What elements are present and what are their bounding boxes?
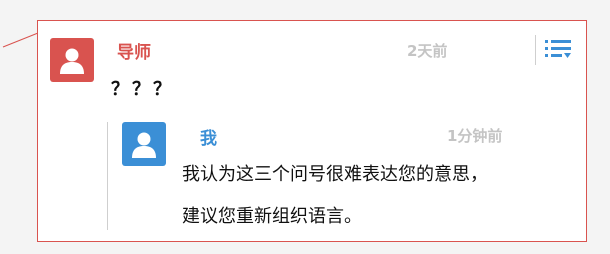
comment-menu-button[interactable] xyxy=(543,36,573,62)
reply-thread-bar xyxy=(107,122,108,230)
reply-body-line-2: 建议您重新组织语言。 xyxy=(182,206,362,227)
comment-timestamp: 2天前 xyxy=(407,42,448,60)
comment-author[interactable]: 导师 xyxy=(117,38,151,63)
reply-body-line-1: 我认为这三个问号很难表达您的意思， xyxy=(182,164,488,185)
reply-author[interactable]: 我 xyxy=(200,124,217,149)
comment-body: ？？？ xyxy=(111,79,174,100)
mentor-avatar[interactable] xyxy=(50,38,94,82)
user-avatar-icon xyxy=(132,132,156,158)
reply-timestamp: 1分钟前 xyxy=(447,127,503,145)
comment-card: 导师 2天前 ？？？ 我 1分钟前 我认为这三个问号很难表达您的意思， 建议您重… xyxy=(37,20,587,242)
my-avatar[interactable] xyxy=(122,122,166,166)
comment-thread-view: 导师 2天前 ？？？ 我 1分钟前 我认为这三个问号很难表达您的意思， 建议您重… xyxy=(0,0,610,254)
list-menu-icon xyxy=(545,40,571,58)
menu-divider xyxy=(535,35,536,65)
user-avatar-icon xyxy=(60,48,84,74)
connector-line xyxy=(2,32,39,48)
